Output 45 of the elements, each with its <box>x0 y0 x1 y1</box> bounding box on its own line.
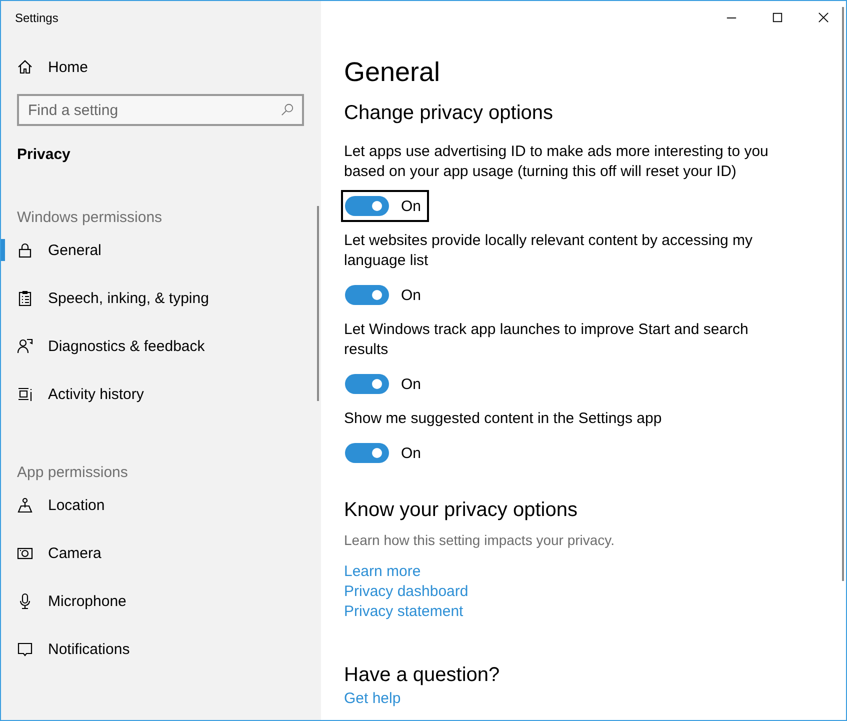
option-description: Let websites provide locally relevant content by accessing my language list <box>344 231 754 271</box>
section-description: Learn how this setting impacts your privacy. <box>344 532 615 548</box>
nav-item[interactable]: General <box>1 226 102 274</box>
scrollbar[interactable] <box>317 206 319 401</box>
toggle-switch[interactable]: On <box>341 437 430 469</box>
microphone-icon <box>17 593 33 609</box>
nav-item[interactable]: Speech, inking, & typing <box>1 274 209 322</box>
link[interactable]: Privacy statement <box>344 602 464 622</box>
location-icon <box>17 497 33 513</box>
home-link[interactable]: Home <box>1 56 88 78</box>
link[interactable]: Learn more <box>344 562 421 582</box>
scrollbar[interactable] <box>842 7 844 581</box>
nav-item[interactable]: Activity history <box>1 370 144 418</box>
search-field[interactable]: Find a setting <box>17 94 304 126</box>
camera-icon <box>17 545 33 561</box>
toggle-switch[interactable]: On <box>341 190 430 222</box>
section-heading: Change privacy options <box>344 102 554 125</box>
nav-item[interactable]: Notifications <box>1 625 130 673</box>
link[interactable]: Get help <box>344 689 401 709</box>
person-icon <box>17 338 33 354</box>
nav-item[interactable]: Microphone <box>1 577 126 625</box>
option-description: Let apps use advertising ID to make ads more interesting to you based on your app usage (turning this off will reset your ID) <box>344 142 770 182</box>
toggle-switch[interactable]: On <box>341 368 430 400</box>
toggle-switch[interactable]: On <box>341 279 430 311</box>
clipboard-icon <box>17 290 33 306</box>
window-title: Settings <box>15 11 58 25</box>
close-icon <box>818 12 828 22</box>
nav-item[interactable]: Camera <box>1 529 102 577</box>
section-title: Privacy <box>17 146 70 163</box>
maximize-icon <box>772 12 782 22</box>
search-icon <box>281 103 294 116</box>
section-heading: Know your privacy options <box>344 499 578 522</box>
option-description: Let Windows track app launches to improve Start and search results <box>344 320 750 360</box>
lock-icon <box>17 242 33 258</box>
list-icon <box>17 386 33 402</box>
section-heading: Have a question? <box>344 664 500 687</box>
link[interactable]: Privacy dashboard <box>344 582 468 602</box>
option-description: Show me suggested content in the Settings app <box>344 409 662 429</box>
group-heading: App permissions <box>17 464 128 481</box>
speech-bubble-icon <box>17 641 33 657</box>
home-icon <box>17 59 33 75</box>
nav-item[interactable]: Diagnostics & feedback <box>1 322 205 370</box>
nav-item[interactable]: Location <box>1 481 105 529</box>
group-heading: Windows permissions <box>17 209 162 226</box>
page-title: General <box>344 57 440 88</box>
